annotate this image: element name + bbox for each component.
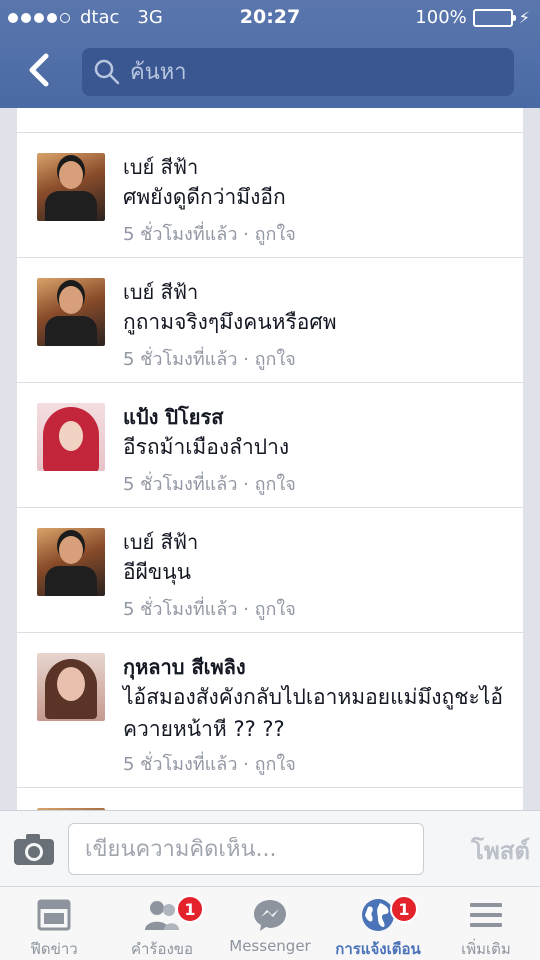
tab-more[interactable]: เพิ่มเติม	[432, 887, 540, 960]
commenter-name[interactable]: เบย์ สีฟ้า	[123, 276, 198, 308]
tab-news-feed[interactable]: ฟีดข่าว	[0, 887, 108, 960]
search-icon	[94, 59, 120, 85]
battery-icon	[472, 8, 516, 27]
commenter-name[interactable]: กุหลาบ สีเพลิง	[123, 651, 246, 683]
comment-time: 5 ชั่วโมงที่แล้ว	[123, 349, 238, 370]
tab-label: การแจ้งเตือน	[335, 940, 421, 958]
friend-requests-icon	[145, 901, 179, 930]
chevron-left-icon	[29, 53, 49, 87]
tab-notifications[interactable]: 1 การแจ้งเตือน	[324, 887, 432, 960]
comment-row: เบย์ สีฟ้า กูถามจริงๆมึงคนหรือศพ 5 ชั่วโ…	[17, 257, 523, 382]
meta-separator: ·	[243, 224, 249, 245]
camera-button[interactable]	[12, 831, 56, 867]
back-button[interactable]	[18, 48, 62, 92]
comment-row: เบย์ สีฟ้า ศพยังดูดีกว่ามึงอีก 5 ชั่วโมง…	[17, 132, 523, 257]
like-link[interactable]: ถูกใจ	[255, 224, 296, 245]
news-feed-icon	[37, 899, 71, 931]
app-header: dtac 3G 20:27 100% ⚡	[0, 0, 540, 108]
comment-meta: 5 ชั่วโมงที่แล้ว · ถูกใจ	[123, 749, 296, 778]
commenter-name[interactable]: เบย์ สีฟ้า	[123, 151, 198, 183]
tab-label: Messenger	[229, 937, 311, 955]
comments-panel: เบย์ สีฟ้า ศพยังดูดีกว่ามึงอีก 5 ชั่วโมง…	[17, 108, 523, 810]
comment-text: ไอ้สมองสังคังกลับไปเอาหมอยแม่มึงถูชะไอ้ค…	[123, 685, 503, 741]
avatar[interactable]	[37, 528, 105, 596]
like-link[interactable]: ถูกใจ	[255, 599, 296, 620]
comment-time: 5 ชั่วโมงที่แล้ว	[123, 474, 238, 495]
comment-text: อีผีขนุน	[123, 560, 191, 584]
status-bar: dtac 3G 20:27 100% ⚡	[0, 0, 540, 36]
comment-input[interactable]	[85, 836, 415, 862]
search-input[interactable]	[130, 59, 490, 85]
comment-meta: 5 ชั่วโมงที่แล้ว · ถูกใจ	[123, 469, 296, 498]
messenger-icon	[254, 900, 286, 931]
like-link[interactable]: ถูกใจ	[255, 754, 296, 775]
battery-percent: 100%	[415, 7, 467, 28]
tab-friend-requests[interactable]: 1 คำร้องขอ	[108, 887, 216, 960]
meta-separator: ·	[243, 599, 249, 620]
camera-icon	[14, 834, 54, 865]
comment-row: แป้ง ปิโยรส อีรถม้าเมืองลำปาง 5 ชั่วโมงท…	[17, 382, 523, 507]
notification-badge: 1	[390, 895, 418, 923]
meta-separator: ·	[243, 474, 249, 495]
comment-meta: 5 ชั่วโมงที่แล้ว · ถูกใจ	[123, 219, 296, 248]
comment-row: กุหลาบ สีเพลิง ไอ้สมองสังคังกลับไปเอาหมอ…	[17, 632, 523, 787]
comment-row: เบย์ สีฟ้า อีผีขนุน 5 ชั่วโมงที่แล้ว · ถ…	[17, 507, 523, 632]
search-bar[interactable]	[82, 48, 514, 96]
comment-text: ศพยังดูดีกว่ามึงอีก	[123, 185, 286, 209]
comment-row	[17, 787, 523, 810]
comment-time: 5 ชั่วโมงที่แล้ว	[123, 599, 238, 620]
like-link[interactable]: ถูกใจ	[255, 474, 296, 495]
comment-meta: 5 ชั่วโมงที่แล้ว · ถูกใจ	[123, 594, 296, 623]
meta-separator: ·	[243, 754, 249, 775]
tab-label: เพิ่มเติม	[461, 940, 511, 958]
comment-text: อีรถม้าเมืองลำปาง	[123, 435, 290, 459]
comments-scroll-area[interactable]: เบย์ สีฟ้า ศพยังดูดีกว่ามึงอีก 5 ชั่วโมง…	[0, 108, 540, 810]
comment-meta: 5 ชั่วโมงที่แล้ว · ถูกใจ	[123, 344, 296, 373]
like-link[interactable]: ถูกใจ	[255, 349, 296, 370]
comment-time: 5 ชั่วโมงที่แล้ว	[123, 224, 238, 245]
commenter-name[interactable]: เบย์ สีฟ้า	[123, 526, 198, 558]
comment-composer: โพสต์	[0, 810, 540, 886]
tab-messenger[interactable]: Messenger	[216, 887, 324, 960]
avatar[interactable]	[37, 403, 105, 471]
avatar[interactable]	[37, 278, 105, 346]
meta-separator: ·	[243, 349, 249, 370]
tab-label: คำร้องขอ	[130, 940, 194, 958]
avatar[interactable]	[37, 153, 105, 221]
charging-icon: ⚡	[518, 8, 530, 27]
comment-input-box[interactable]	[68, 823, 424, 875]
avatar[interactable]	[37, 653, 105, 721]
notification-badge: 1	[176, 895, 204, 923]
comment-text: กูถามจริงๆมึงคนหรือศพ	[123, 310, 337, 334]
tab-label: ฟีดข่าว	[30, 940, 78, 958]
tab-bar: ฟีดข่าว 1 คำร้องขอ Messenger 1 การแจ้งเต…	[0, 886, 540, 960]
post-button[interactable]: โพสต์	[440, 831, 530, 867]
commenter-name[interactable]: แป้ง ปิโยรส	[123, 401, 223, 433]
status-right: 100% ⚡	[415, 7, 530, 28]
menu-icon	[470, 903, 502, 927]
comment-time: 5 ชั่วโมงที่แล้ว	[123, 754, 238, 775]
